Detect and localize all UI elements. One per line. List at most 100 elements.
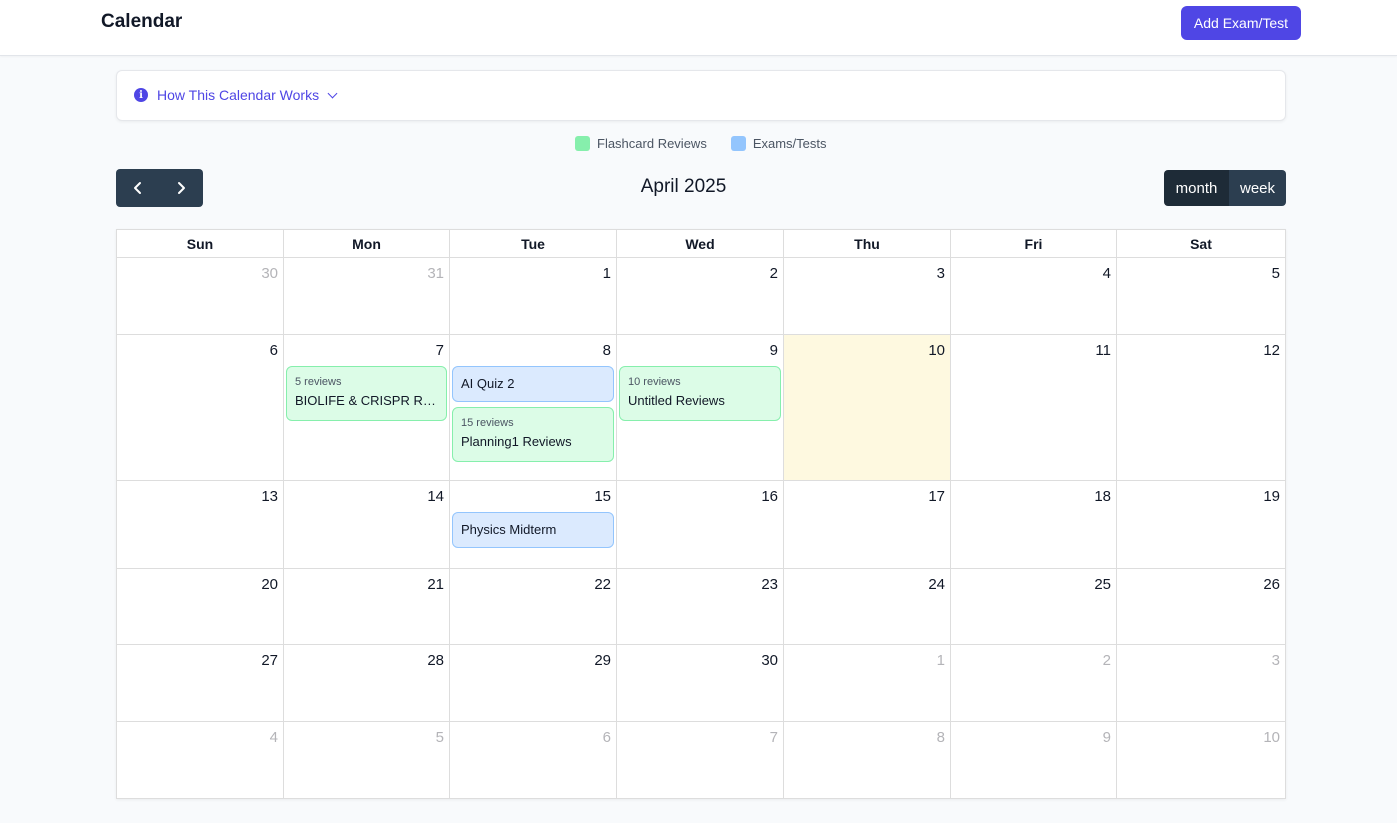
next-month-button[interactable] — [160, 169, 204, 207]
day-cell[interactable]: 3 — [784, 258, 951, 334]
day-cell[interactable]: 4 — [117, 722, 284, 799]
exam-event[interactable]: AI Quiz 2 — [452, 366, 614, 402]
day-cell[interactable]: 1 — [784, 645, 951, 721]
day-number[interactable]: 8 — [937, 729, 945, 746]
day-number[interactable]: 16 — [761, 488, 778, 505]
day-number[interactable]: 25 — [1094, 576, 1111, 593]
day-number[interactable]: 23 — [761, 576, 778, 593]
day-cell[interactable]: 21 — [284, 569, 450, 644]
day-cell[interactable]: 23 — [617, 569, 784, 644]
review-event[interactable]: 15 reviews Planning1 Reviews — [452, 407, 614, 462]
day-number[interactable]: 20 — [261, 576, 278, 593]
day-cell[interactable]: 27 — [117, 645, 284, 721]
day-cell[interactable]: 15 Physics Midterm — [450, 481, 617, 568]
day-number[interactable]: 8 — [603, 342, 611, 359]
day-number[interactable]: 3 — [937, 265, 945, 282]
day-cell[interactable]: 9 10 reviews Untitled Reviews — [617, 335, 784, 480]
day-number[interactable]: 2 — [770, 265, 778, 282]
day-number[interactable]: 1 — [603, 265, 611, 282]
day-cell[interactable]: 8 — [784, 722, 951, 799]
add-exam-button[interactable]: Add Exam/Test — [1181, 6, 1301, 40]
day-cell-today[interactable]: 10 — [784, 335, 951, 480]
day-number[interactable]: 11 — [1095, 342, 1111, 359]
day-number[interactable]: 18 — [1094, 488, 1111, 505]
day-cell[interactable]: 29 — [450, 645, 617, 721]
prev-month-button[interactable] — [116, 169, 160, 207]
day-number[interactable]: 7 — [770, 729, 778, 746]
day-number[interactable]: 4 — [270, 729, 278, 746]
day-cell[interactable]: 6 — [117, 335, 284, 480]
day-number[interactable]: 31 — [427, 265, 444, 282]
how-it-works-toggle[interactable]: i How This Calendar Works — [134, 87, 338, 103]
day-cell[interactable]: 4 — [951, 258, 1117, 334]
day-number[interactable]: 6 — [270, 342, 278, 359]
day-cell[interactable]: 7 5 reviews BIOLIFE & CRISPR Reviews — [284, 335, 450, 480]
day-number[interactable]: 4 — [1103, 265, 1111, 282]
day-number[interactable]: 6 — [603, 729, 611, 746]
day-cell[interactable]: 22 — [450, 569, 617, 644]
view-month-button[interactable]: month — [1164, 170, 1229, 206]
day-number[interactable]: 27 — [261, 652, 278, 669]
day-cell[interactable]: 10 — [1117, 722, 1285, 799]
day-number[interactable]: 5 — [436, 729, 444, 746]
day-number[interactable]: 22 — [594, 576, 611, 593]
day-number[interactable]: 19 — [1263, 488, 1280, 505]
day-cell[interactable]: 25 — [951, 569, 1117, 644]
day-cell[interactable]: 8 AI Quiz 2 15 reviews Planning1 Reviews — [450, 335, 617, 480]
day-number[interactable]: 14 — [427, 488, 444, 505]
calendar-title: April 2025 — [640, 176, 727, 197]
day-number[interactable]: 7 — [436, 342, 444, 359]
day-number[interactable]: 12 — [1263, 342, 1280, 359]
day-cell[interactable]: 18 — [951, 481, 1117, 568]
day-cell[interactable]: 14 — [284, 481, 450, 568]
day-cell[interactable]: 17 — [784, 481, 951, 568]
day-number[interactable]: 1 — [937, 652, 945, 669]
day-cell[interactable]: 5 — [1117, 258, 1285, 334]
day-number[interactable]: 24 — [928, 576, 945, 593]
day-cell[interactable]: 30 — [617, 645, 784, 721]
day-cell[interactable]: 28 — [284, 645, 450, 721]
day-number[interactable]: 13 — [261, 488, 278, 505]
day-number[interactable]: 2 — [1103, 652, 1111, 669]
day-cell[interactable]: 9 — [951, 722, 1117, 799]
view-week-button[interactable]: week — [1229, 170, 1286, 206]
day-cell[interactable]: 6 — [450, 722, 617, 799]
day-cell[interactable]: 12 — [1117, 335, 1285, 480]
day-number[interactable]: 9 — [1103, 729, 1111, 746]
day-cell[interactable]: 11 — [951, 335, 1117, 480]
review-count: 5 reviews — [295, 376, 342, 388]
day-cell[interactable]: 20 — [117, 569, 284, 644]
day-cell[interactable]: 2 — [617, 258, 784, 334]
day-number[interactable]: 15 — [594, 488, 611, 505]
day-number[interactable]: 5 — [1272, 265, 1280, 282]
exam-event[interactable]: Physics Midterm — [452, 512, 614, 548]
day-cell[interactable]: 2 — [951, 645, 1117, 721]
day-cell[interactable]: 26 — [1117, 569, 1285, 644]
day-cell[interactable]: 16 — [617, 481, 784, 568]
day-cell[interactable]: 19 — [1117, 481, 1285, 568]
day-cell[interactable]: 31 — [284, 258, 450, 334]
day-number[interactable]: 26 — [1263, 576, 1280, 593]
review-count: 10 reviews — [628, 376, 681, 388]
day-cell[interactable]: 1 — [450, 258, 617, 334]
day-number[interactable]: 10 — [1263, 729, 1280, 746]
day-number[interactable]: 21 — [427, 576, 444, 593]
day-cell[interactable]: 5 — [284, 722, 450, 799]
day-cell[interactable]: 3 — [1117, 645, 1285, 721]
day-number[interactable]: 10 — [928, 342, 945, 359]
day-number[interactable]: 30 — [761, 652, 778, 669]
day-number[interactable]: 3 — [1272, 652, 1280, 669]
week-row: 20 21 22 23 24 25 26 — [117, 569, 1285, 645]
day-number[interactable]: 29 — [594, 652, 611, 669]
review-event[interactable]: 5 reviews BIOLIFE & CRISPR Reviews — [286, 366, 447, 421]
day-cell[interactable]: 7 — [617, 722, 784, 799]
review-event[interactable]: 10 reviews Untitled Reviews — [619, 366, 781, 421]
day-number[interactable]: 9 — [770, 342, 778, 359]
day-number[interactable]: 30 — [261, 265, 278, 282]
day-number[interactable]: 28 — [427, 652, 444, 669]
day-cell[interactable]: 30 — [117, 258, 284, 334]
day-cell[interactable]: 13 — [117, 481, 284, 568]
day-cell[interactable]: 24 — [784, 569, 951, 644]
day-number[interactable]: 17 — [928, 488, 945, 505]
chevron-right-icon — [178, 182, 186, 194]
